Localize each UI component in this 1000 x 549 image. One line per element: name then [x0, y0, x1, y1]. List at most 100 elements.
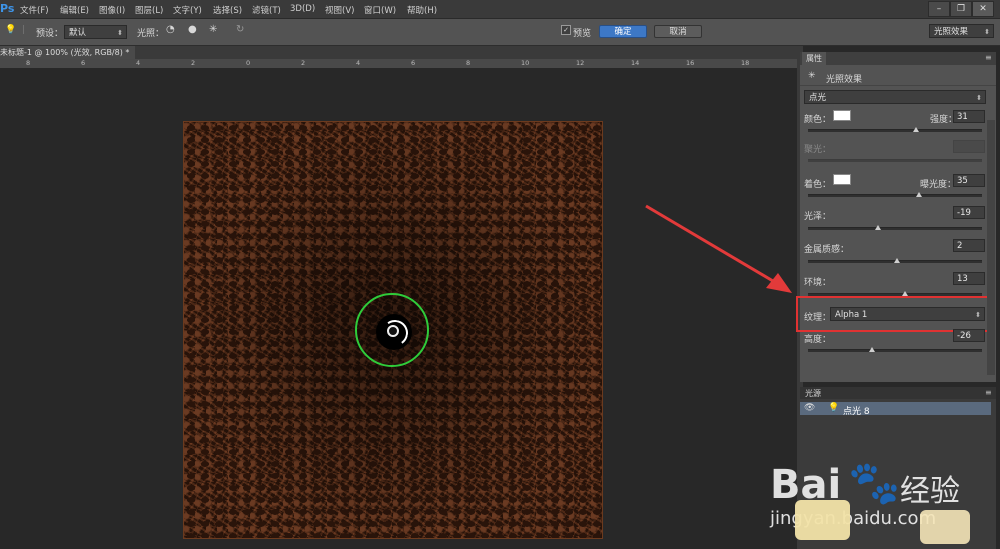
watermark-brand-cn: 经验: [900, 474, 960, 509]
light-name: 点光 8: [843, 407, 870, 417]
colorize-label: 着色：: [804, 180, 832, 190]
lights-tab-bar: [800, 387, 996, 399]
ruler-tick: 10: [521, 59, 530, 67]
light-type-value: 点光: [809, 93, 827, 103]
tab-properties[interactable]: 属性: [802, 52, 826, 65]
point-light-icon[interactable]: ●: [188, 24, 197, 35]
infinite-light-icon[interactable]: ✳: [209, 24, 217, 35]
color-label: 颜色：: [804, 115, 832, 125]
texture-highlight-annotation: [796, 296, 995, 332]
cartoon-sticker: [920, 510, 970, 544]
menu-view[interactable]: 视图(V): [325, 4, 354, 16]
menu-select[interactable]: 选择(S): [213, 4, 242, 16]
menu-window[interactable]: 窗口(W): [364, 4, 396, 16]
properties-title: 光照效果: [826, 75, 863, 85]
light-type-dropdown[interactable]: 点光 ⬍: [804, 90, 986, 104]
preset-value: 默认: [69, 28, 87, 38]
ruler-tick: 4: [136, 59, 141, 67]
intensity-slider-thumb[interactable]: [912, 127, 919, 132]
menu-help[interactable]: 帮助(H): [407, 4, 437, 16]
ruler-tick: 12: [576, 59, 585, 67]
exposure-slider-track[interactable]: [808, 194, 982, 197]
reset-lights-icon[interactable]: ↻: [236, 24, 244, 35]
height-label: 高度：: [804, 335, 832, 345]
baidu-jingyan-watermark: Bai 🐾 经验 jingyan.baidu.com: [770, 440, 995, 545]
hotspot-slider-track: [808, 159, 982, 162]
visibility-eye-icon[interactable]: 👁: [804, 403, 815, 413]
document-tab[interactable]: 未标题-1 @ 100% (光效, RGB/8) * ×: [0, 46, 135, 59]
ruler-tick: 18: [741, 59, 750, 67]
ambience-label: 环境：: [804, 278, 832, 288]
light-color-swatch[interactable]: [833, 110, 851, 121]
ruler-tick: 0: [246, 59, 251, 67]
light-position-handle[interactable]: [387, 325, 399, 337]
dropdown-arrow-icon: ⬍: [984, 28, 990, 36]
preset-dropdown[interactable]: 默认 ⬍: [64, 25, 127, 39]
gloss-slider-track[interactable]: [808, 227, 982, 230]
workspace-dropdown[interactable]: 光照效果 ⬍: [929, 24, 994, 38]
ruler-tick: 8: [26, 59, 31, 67]
ambience-input[interactable]: 13: [953, 272, 985, 285]
colorize-swatch[interactable]: [833, 174, 851, 185]
exposure-label: 曝光度：: [920, 180, 957, 190]
menu-filter[interactable]: 滤镜(T): [252, 4, 281, 16]
menu-layer[interactable]: 图层(L): [135, 4, 163, 16]
cancel-button[interactable]: 取消: [654, 25, 702, 38]
minimize-icon[interactable]: –: [928, 1, 950, 17]
panel-menu-icon[interactable]: ≡: [985, 53, 992, 62]
ruler-tick: 2: [301, 59, 306, 67]
gloss-label: 光泽：: [804, 212, 832, 222]
gloss-slider-thumb[interactable]: [874, 225, 881, 230]
spot-light-icon[interactable]: ◔: [166, 24, 175, 35]
hotspot-input-disabled: [953, 140, 985, 153]
point-light-icon: 💡: [828, 403, 840, 413]
photoshop-logo: Ps: [0, 2, 15, 15]
menu-3d[interactable]: 3D(D): [290, 4, 315, 14]
preview-checkbox[interactable]: ✓: [561, 25, 571, 35]
menu-image[interactable]: 图像(I): [99, 4, 125, 16]
ruler-tick: 4: [356, 59, 361, 67]
ruler-tick: 8: [466, 59, 471, 67]
lights-label: 光照：: [137, 29, 165, 39]
lighting-effects-icon: ✳: [808, 71, 816, 81]
gloss-input[interactable]: -19: [953, 206, 985, 219]
height-slider-track[interactable]: [808, 349, 982, 352]
preview-label: 预览: [573, 29, 592, 39]
ruler-tick: 6: [411, 59, 416, 67]
menu-type[interactable]: 文字(Y): [173, 4, 202, 16]
workspace-value: 光照效果: [934, 27, 969, 37]
menu-file[interactable]: 文件(F): [20, 4, 49, 16]
tab-lights[interactable]: 光源: [805, 388, 821, 399]
exposure-input[interactable]: 35: [953, 174, 985, 187]
menu-bar: Ps 文件(F) 编辑(E) 图像(I) 图层(L) 文字(Y) 选择(S) 滤…: [0, 0, 1000, 19]
preset-label: 预设：: [36, 29, 64, 39]
ruler-tick: 16: [686, 59, 695, 67]
document-tab-title: 未标题-1 @ 100% (光效, RGB/8) *: [0, 48, 130, 57]
avatar: [795, 500, 850, 540]
ruler-tick: 6: [81, 59, 86, 67]
hotspot-label: 聚光：: [804, 145, 832, 155]
paw-logo-icon: 🐾: [848, 458, 901, 507]
divider: [800, 85, 996, 86]
restore-icon[interactable]: ❐: [950, 1, 972, 17]
intensity-input[interactable]: 31: [953, 110, 985, 123]
toolbar-divider: |: [22, 25, 26, 35]
ok-button[interactable]: 确定: [599, 25, 647, 38]
intensity-slider-track[interactable]: [808, 129, 982, 132]
ruler-tick: 2: [191, 59, 196, 67]
height-input[interactable]: -26: [953, 329, 985, 342]
metallic-label: 金属质感：: [804, 245, 850, 255]
metallic-input[interactable]: 2: [953, 239, 985, 252]
exposure-slider-thumb[interactable]: [916, 192, 923, 197]
close-icon[interactable]: ✕: [972, 1, 994, 17]
metallic-slider-thumb[interactable]: [893, 258, 900, 263]
properties-tab-bar: [800, 52, 996, 65]
lighting-tool-icon[interactable]: 💡: [5, 25, 16, 35]
dropdown-arrow-icon: ⬍: [976, 94, 982, 102]
dropdown-arrow-icon: ⬍: [117, 29, 123, 37]
properties-scrollbar[interactable]: [987, 120, 995, 375]
panel-menu-icon[interactable]: ≡: [985, 388, 992, 397]
height-slider-thumb[interactable]: [869, 347, 876, 352]
options-bar: 💡 | 预设： 默认 ⬍ 光照： ◔ ● ✳ ↻ ✓ 预览 确定 取消 光照效果…: [0, 19, 1000, 46]
menu-edit[interactable]: 编辑(E): [60, 4, 89, 16]
